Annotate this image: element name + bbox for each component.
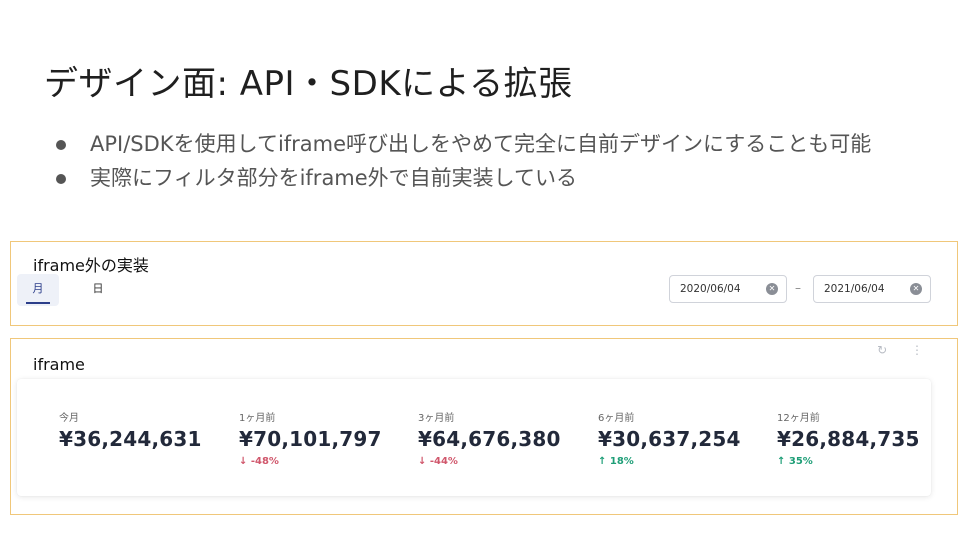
bullet-list: API/SDKを使用してiframe呼び出しをやめて完全に自前デザインにすること…	[56, 130, 916, 193]
kpi-change: ↓ -44%	[418, 456, 458, 467]
bullet-dot-icon	[56, 174, 66, 184]
date-range-separator: –	[795, 281, 801, 295]
bullet-text: 実際にフィルタ部分をiframe外で自前実装している	[90, 166, 578, 190]
tab-month[interactable]: 月	[17, 274, 59, 306]
tab-day[interactable]: 日	[77, 274, 119, 306]
kpi-value: ¥26,884,735	[777, 427, 920, 451]
outer-box-label: iframe外の実装	[33, 256, 149, 275]
bullet-item: API/SDKを使用してiframe呼び出しをやめて完全に自前デザインにすること…	[56, 130, 916, 159]
bullet-dot-icon	[56, 140, 66, 150]
bullet-text: API/SDKを使用してiframe呼び出しをやめて完全に自前デザインにすること…	[90, 132, 872, 156]
end-date-input[interactable]: 2021/06/04 ✕	[813, 275, 931, 303]
iframe-box-label: iframe	[33, 355, 85, 374]
kpi-value: ¥36,244,631	[59, 427, 202, 451]
kpi-value: ¥70,101,797	[239, 427, 382, 451]
kpi-label: 12ヶ月前	[777, 413, 820, 424]
kpi-value: ¥30,637,254	[598, 427, 741, 451]
kpi-label: 今月	[59, 413, 79, 424]
kpi-label: 1ヶ月前	[239, 413, 276, 424]
outer-implementation-box: iframe外の実装 月 日 2020/06/04 ✕ – 2021/06/04…	[10, 241, 958, 326]
end-date-value: 2021/06/04	[824, 283, 885, 295]
kpi-change: ↓ -48%	[239, 456, 279, 467]
clear-end-date-icon[interactable]: ✕	[910, 283, 922, 295]
kpi-change: ↑ 35%	[777, 456, 813, 467]
kpi-value: ¥64,676,380	[418, 427, 561, 451]
kpi-label: 6ヶ月前	[598, 413, 635, 424]
start-date-input[interactable]: 2020/06/04 ✕	[669, 275, 787, 303]
bullet-item: 実際にフィルタ部分をiframe外で自前実装している	[56, 164, 916, 193]
refresh-icon[interactable]: ↻	[877, 343, 887, 357]
kpi-card: 今月 ¥36,244,631 1ヶ月前 ¥70,101,797 ↓ -48% 3…	[17, 379, 931, 496]
more-options-icon[interactable]: ⋮	[911, 343, 923, 357]
start-date-value: 2020/06/04	[680, 283, 741, 295]
slide-title: デザイン面: API・SDKによる拡張	[44, 64, 573, 104]
clear-start-date-icon[interactable]: ✕	[766, 283, 778, 295]
kpi-label: 3ヶ月前	[418, 413, 455, 424]
iframe-box: iframe ↻ ⋮ 今月 ¥36,244,631 1ヶ月前 ¥70,101,7…	[10, 338, 958, 515]
kpi-change: ↑ 18%	[598, 456, 634, 467]
iframe-toolbar: ↻ ⋮	[857, 343, 923, 357]
